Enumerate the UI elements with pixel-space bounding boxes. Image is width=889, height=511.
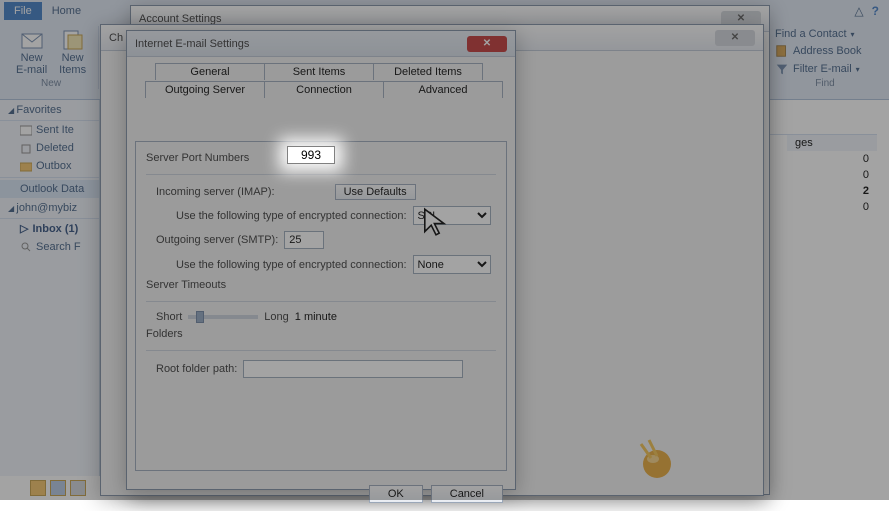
ribbon-up-icon[interactable]: △: [854, 4, 863, 18]
tab-connection[interactable]: Connection: [264, 81, 384, 98]
tab-file[interactable]: File: [4, 2, 42, 20]
timeout-value: 1 minute: [295, 311, 337, 323]
use-defaults-button[interactable]: Use Defaults: [335, 184, 416, 200]
new-items-button[interactable]: New Items: [55, 26, 90, 78]
msg-header: ges: [795, 137, 813, 149]
view-switcher[interactable]: [30, 480, 86, 496]
sidebar-item-deleted[interactable]: Deleted: [0, 139, 99, 157]
incoming-port-input[interactable]: 993: [287, 146, 335, 164]
ok-button[interactable]: OK: [369, 485, 423, 503]
root-path-input[interactable]: [243, 360, 463, 378]
iemail-title: Internet E-mail Settings: [135, 38, 249, 50]
count-3: 0: [863, 201, 869, 213]
outgoing-enc-label: Use the following type of encrypted conn…: [176, 259, 407, 271]
tab-home[interactable]: Home: [42, 2, 91, 20]
timeouts-label: Server Timeouts: [146, 277, 496, 295]
help-icon[interactable]: ?: [872, 4, 879, 18]
tab-sent-items[interactable]: Sent Items: [264, 63, 374, 80]
ribbon-group-find: Find a Contact▾ Address Book Filter E-ma…: [765, 26, 885, 89]
count-2: 2: [863, 185, 869, 197]
cancel-button[interactable]: Cancel: [431, 485, 503, 503]
sidebar-datafile[interactable]: Outlook Data: [0, 180, 99, 198]
timeout-slider[interactable]: [188, 315, 258, 319]
root-path-label: Root folder path:: [156, 363, 237, 375]
folders-label: Folders: [146, 326, 496, 344]
tab-bar: General Sent Items Deleted Items Outgoin…: [135, 63, 507, 103]
sidebar-favorites[interactable]: Favorites: [0, 100, 99, 121]
count-0: 0: [863, 153, 869, 165]
advanced-panel: Server Port Numbers Incoming server (IMA…: [135, 141, 507, 471]
new-email-button[interactable]: New E-mail: [12, 26, 51, 78]
count-1: 0: [863, 169, 869, 181]
ribbon-group-new: New E-mail New Items New: [4, 26, 99, 89]
filter-email-button[interactable]: Filter E-mail▾: [773, 60, 862, 78]
sidebar-search-folders[interactable]: Search F: [0, 238, 99, 256]
tab-advanced[interactable]: Advanced: [383, 81, 503, 98]
address-book-button[interactable]: Address Book: [773, 42, 863, 60]
orb-decoration-icon: [635, 438, 679, 482]
group-label-find: Find: [815, 78, 834, 89]
group-label-new: New: [41, 78, 61, 89]
sidebar-inbox[interactable]: ▷ Inbox (1): [0, 219, 99, 238]
incoming-label: Incoming server (IMAP):: [156, 186, 275, 198]
incoming-enc-label: Use the following type of encrypted conn…: [176, 210, 407, 222]
sidebar: Favorites Sent Ite Deleted Outbox Outloo…: [0, 100, 100, 476]
tab-deleted-items[interactable]: Deleted Items: [373, 63, 483, 80]
change-title: Ch: [109, 32, 123, 44]
short-label: Short: [156, 311, 182, 323]
account-settings-title: Account Settings: [139, 13, 222, 25]
sidebar-item-outbox[interactable]: Outbox: [0, 157, 99, 175]
find-contact-input[interactable]: Find a Contact▾: [773, 26, 857, 42]
sidebar-item-sent[interactable]: Sent Ite: [0, 121, 99, 139]
close-icon[interactable]: ✕: [467, 36, 507, 52]
cursor-icon: [420, 206, 452, 238]
internet-email-dialog: Internet E-mail Settings ✕ General Sent …: [126, 30, 516, 490]
tab-outgoing-server[interactable]: Outgoing Server: [145, 81, 265, 98]
tab-general[interactable]: General: [155, 63, 265, 80]
outgoing-port-input[interactable]: [284, 231, 324, 249]
outgoing-enc-select[interactable]: None: [413, 255, 491, 274]
outgoing-label: Outgoing server (SMTP):: [156, 234, 278, 246]
long-label: Long: [264, 311, 288, 323]
sidebar-account[interactable]: john@mybiz: [0, 198, 99, 219]
close-icon[interactable]: ✕: [715, 30, 755, 46]
